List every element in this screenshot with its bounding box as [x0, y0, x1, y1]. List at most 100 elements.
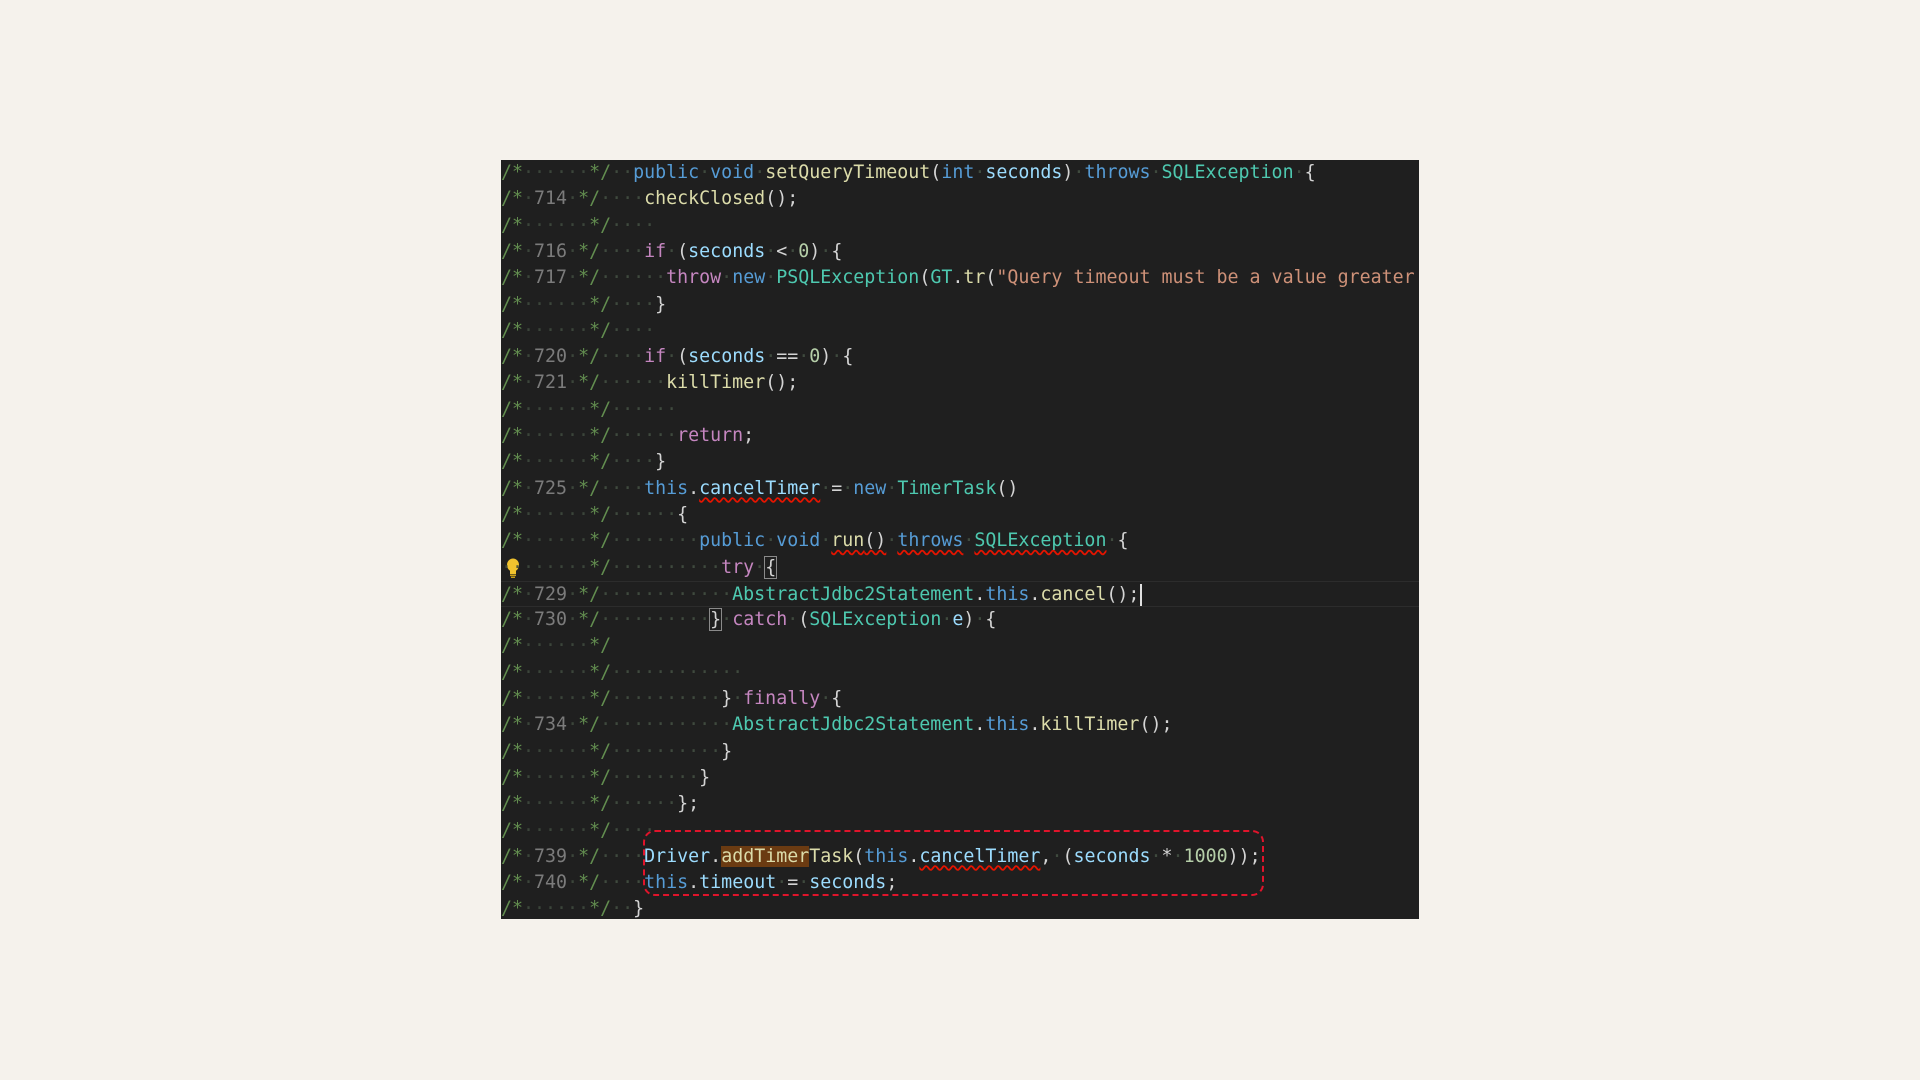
code-line[interactable]: /*·730·*/··········}·catch·(SQLException… [501, 607, 1419, 633]
code-line[interactable]: /*······*/ [501, 633, 1419, 659]
class-name: PSQLException [776, 267, 920, 289]
method-call: cancel [1040, 583, 1107, 605]
variable: seconds [688, 240, 766, 262]
line-gutter: /*·716·*/ [501, 240, 601, 262]
keyword: throws [897, 530, 964, 552]
code-line[interactable]: /*·739·*/····Driver.addTimerTask(this.ca… [501, 844, 1419, 870]
line-gutter: /*······*/ [501, 766, 612, 788]
line-number: 721 [534, 372, 568, 394]
keyword: new [732, 267, 766, 289]
keyword: this [864, 845, 909, 867]
field-name: cancelTimer [699, 477, 821, 499]
line-number: 739 [534, 845, 568, 867]
line-number: 730 [534, 609, 568, 631]
code-line[interactable]: /*······*/······ [501, 397, 1419, 423]
line-gutter: /*······*/ [501, 293, 612, 315]
code-line[interactable]: /*······*/······return; [501, 423, 1419, 449]
keyword: catch [732, 609, 788, 631]
line-gutter: /*·730·*/ [501, 609, 601, 631]
code-line[interactable]: /*······*/···· [501, 318, 1419, 344]
line-gutter: /*·729·*/ [501, 583, 601, 605]
line-number: 714 [534, 188, 568, 210]
line-number: 729 [534, 583, 568, 605]
code-line[interactable]: /*······*/······}; [501, 791, 1419, 817]
line-gutter: /*······*/ [501, 319, 612, 341]
code-line[interactable]: /*·725·*/····this.cancelTimer·=·new·Time… [501, 476, 1419, 502]
code-line[interactable]: /*······*/···· [501, 818, 1419, 844]
line-number: 720 [534, 346, 568, 368]
keyword: void [710, 162, 755, 183]
keyword: this [644, 477, 689, 499]
line-gutter: /*·725·*/ [501, 477, 601, 499]
line-gutter: /*······*/ [501, 819, 612, 841]
line-gutter: ········*/ [501, 556, 612, 578]
code-line[interactable]: /*······*/··} [501, 896, 1419, 919]
method-call: Task [809, 845, 854, 867]
method-call: killTimer [1040, 714, 1140, 736]
line-gutter: /*·740·*/ [501, 872, 601, 894]
code-line[interactable]: /*······*/········} [501, 765, 1419, 791]
line-gutter: /*······*/ [501, 398, 612, 420]
code-line[interactable]: /*······*/····} [501, 292, 1419, 318]
line-gutter: /*······*/ [501, 214, 612, 236]
field-name: cancelTimer [919, 845, 1041, 867]
number: 0 [798, 240, 810, 262]
line-number: 717 [534, 267, 568, 289]
code-line[interactable]: /*······*/········public·void·run()·thro… [501, 528, 1419, 554]
keyword: this [644, 872, 689, 894]
exception-type: SQLException [974, 530, 1107, 552]
method-name: run [831, 530, 865, 552]
keyword: this [985, 714, 1030, 736]
number: 1000 [1183, 845, 1228, 867]
code-editor[interactable]: /*······*/··public·void·setQueryTimeout(… [501, 160, 1419, 919]
class-name: TimerTask [897, 477, 997, 499]
line-gutter: /*······*/ [501, 503, 612, 525]
method-call: tr [963, 267, 986, 289]
line-gutter: /*·717·*/ [501, 267, 601, 289]
line-gutter: /*······*/ [501, 530, 612, 552]
line-gutter: /*······*/ [501, 688, 612, 709]
exception-type: SQLException [809, 609, 942, 631]
param-name: seconds [985, 162, 1063, 183]
code-line[interactable]: /*······*/··public·void·setQueryTimeout(… [501, 160, 1419, 186]
code-line[interactable]: /*·714·*/····checkClosed(); [501, 186, 1419, 212]
code-line[interactable]: ········*/··········try·{ [501, 555, 1419, 581]
number: 0 [809, 346, 821, 368]
line-number: 734 [534, 714, 568, 736]
code-line[interactable]: /*······*/··········} [501, 739, 1419, 765]
line-gutter: /*·721·*/ [501, 372, 601, 394]
line-gutter: /*······*/ [501, 425, 612, 446]
class-name: AbstractJdbc2Statement [732, 714, 975, 736]
current-line[interactable]: /*·729·*/············AbstractJdbc2Statem… [501, 580, 1419, 608]
line-number: 716 [534, 240, 568, 262]
code-line[interactable]: /*······*/···· [501, 213, 1419, 239]
line-number: 740 [534, 872, 568, 894]
code-line[interactable]: /*·734·*/············AbstractJdbc2Statem… [501, 712, 1419, 738]
param-type: int [941, 162, 975, 183]
exception-type: SQLException [1161, 162, 1294, 183]
line-gutter: /*······*/ [501, 898, 612, 919]
string-literal: "Query timeout must be a value greater t [996, 267, 1419, 289]
code-line[interactable]: /*·721·*/······killTimer(); [501, 370, 1419, 396]
code-line[interactable]: /*······*/····} [501, 449, 1419, 475]
line-gutter: /*······*/ [501, 793, 612, 815]
class-name: AbstractJdbc2Statement [732, 583, 975, 605]
line-gutter: /*·714·*/ [501, 188, 601, 210]
keyword: return [677, 425, 744, 446]
method-name: setQueryTimeout [765, 162, 931, 183]
code-line[interactable]: /*·720·*/····if·(seconds·==·0)·{ [501, 344, 1419, 370]
code-line[interactable]: /*······*/············ [501, 660, 1419, 686]
variable: e [952, 609, 964, 631]
keyword: finally [743, 688, 821, 709]
text-cursor [1140, 583, 1143, 606]
line-gutter: /*······*/ [501, 635, 612, 657]
code-line[interactable]: /*·716·*/····if·(seconds·<·0)·{ [501, 239, 1419, 265]
keyword: public [699, 530, 766, 552]
code-line[interactable]: /*·740·*/····this.timeout·=·seconds; [501, 870, 1419, 896]
keyword: throws [1084, 162, 1151, 183]
code-line[interactable]: /*······*/··········}·finally·{ [501, 686, 1419, 712]
code-line[interactable]: /*······*/······{ [501, 502, 1419, 528]
line-gutter: /*·734·*/ [501, 714, 601, 736]
keyword: throw [666, 267, 722, 289]
code-line[interactable]: /*·717·*/······throw·new·PSQLException(G… [501, 265, 1419, 291]
